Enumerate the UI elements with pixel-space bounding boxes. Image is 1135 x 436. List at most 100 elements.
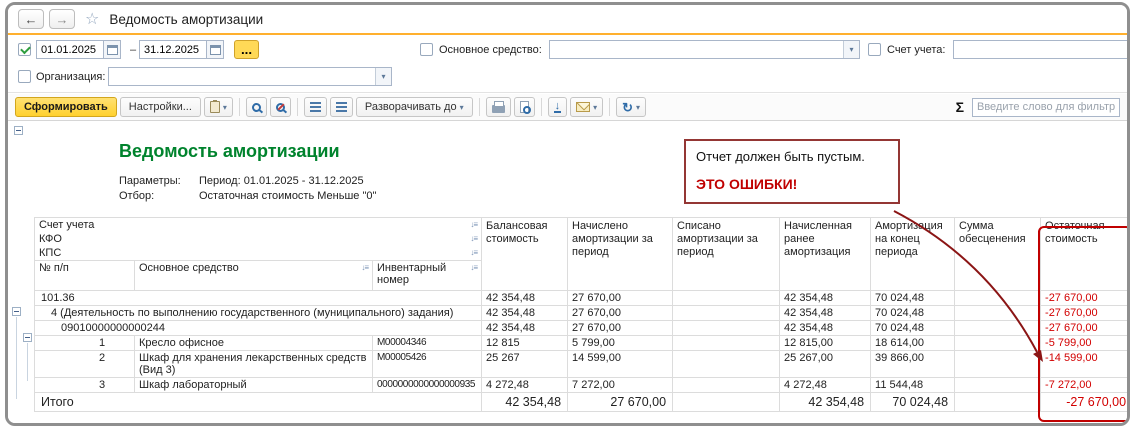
save-icon: ↓ <box>553 100 562 113</box>
calendar-icon <box>106 44 118 55</box>
cell-value: 42 354,48 <box>779 290 872 306</box>
send-email-button[interactable]: ▾ <box>570 97 604 117</box>
cell-asset-name: Шкаф для хранения лекарственных средств … <box>134 350 373 378</box>
quick-filter-input[interactable] <box>972 97 1120 117</box>
cell-value: 25 267 <box>481 350 569 378</box>
header-inventory[interactable]: ↓≡ Инвентарный номер <box>371 260 483 291</box>
cell-value <box>672 350 781 378</box>
cell-value: 42 354,48 <box>481 305 569 321</box>
total-value: 70 024,48 <box>870 392 956 412</box>
group-label-cell: 101.36 <box>33 290 483 306</box>
back-arrow-icon: ← <box>24 11 38 27</box>
account-label: Счет учета: <box>887 44 946 56</box>
cell-asset-name: Шкаф лабораторный <box>134 377 373 393</box>
header-kfo[interactable]: ↓≡ КФО <box>33 232 483 246</box>
sort-icon[interactable]: ↓≡ <box>361 262 369 273</box>
annotation-line2: ЭТО ОШИБКИ! <box>696 176 798 192</box>
header-accrued-period[interactable]: Начислено амортизации за период <box>567 217 674 291</box>
cell-value: 4 272,48 <box>481 377 569 393</box>
period-from-input[interactable] <box>37 41 103 58</box>
table-row: 4 (Деятельность по выполнению государств… <box>33 305 1127 321</box>
organization-input[interactable] <box>109 68 375 85</box>
print-preview-button[interactable] <box>513 97 535 117</box>
header-impairment[interactable]: Сумма обесценения <box>954 217 1042 291</box>
sort-icon[interactable]: ↓≡ <box>470 247 478 258</box>
cell-value: 27 670,00 <box>567 290 674 306</box>
header-row-number[interactable]: № п/п <box>34 260 135 291</box>
cell-value: 25 267,00 <box>779 350 872 378</box>
organization-checkbox[interactable] <box>18 70 31 83</box>
header-accrued-earlier[interactable]: Начисленная ранее амортизация <box>779 217 872 291</box>
expand-groups-icon <box>335 102 347 104</box>
calendar-button[interactable] <box>103 41 120 58</box>
sort-icon[interactable]: ↓≡ <box>470 233 478 244</box>
window-title: Ведомость амортизации <box>109 11 264 27</box>
tree-collapse-box[interactable] <box>12 307 21 316</box>
cell-value <box>672 320 781 336</box>
cell-inventory-number: М00004346 <box>371 335 483 351</box>
header-kps[interactable]: ↓≡ КПС <box>33 246 483 261</box>
refresh-button[interactable]: ↻ ▾ <box>616 97 647 117</box>
asset-dropdown-button[interactable]: ▾ <box>843 41 859 58</box>
generate-button[interactable]: Сформировать <box>15 97 117 117</box>
account-checkbox[interactable] <box>868 43 881 56</box>
tree-collapse-box[interactable] <box>23 333 32 342</box>
expand-to-button[interactable]: Разворачивать до ▾ <box>355 97 473 117</box>
period-checkbox[interactable] <box>18 43 31 56</box>
table-row: 101.36 42 354,48 27 670,00 42 354,48 70 024,… <box>33 290 1127 306</box>
search-button[interactable] <box>245 97 267 117</box>
cancel-search-icon <box>275 102 285 112</box>
settings-button[interactable]: Настройки... <box>119 97 201 117</box>
collapse-groups-icon <box>309 102 321 104</box>
sort-icon[interactable]: ↓≡ <box>470 262 478 273</box>
tree-collapse-box[interactable] <box>14 126 23 135</box>
params-label: Параметры: <box>119 175 181 187</box>
account-input[interactable] <box>953 40 1127 59</box>
save-button[interactable]: ↓ <box>547 97 568 117</box>
annotation-callout: Отчет должен быть пустым. ЭТО ОШИБКИ! <box>684 139 900 204</box>
period-to-field <box>139 40 224 59</box>
cell-value <box>672 335 781 351</box>
header-amort-end[interactable]: Амортизация на конец периода <box>870 217 956 291</box>
forward-button[interactable]: → <box>49 9 75 29</box>
header-account[interactable]: ↓≡ Счет учета <box>33 217 483 232</box>
filter-panel: – ... Основное средство: ▾ Счет учета: О… <box>8 35 1127 93</box>
header-writtenoff-period[interactable]: Списано амортизации за период <box>672 217 781 291</box>
asset-input[interactable] <box>550 41 843 58</box>
cell-inventory-number: М00005426 <box>371 350 483 378</box>
cell-value: 14 599,00 <box>567 350 674 378</box>
header-asset[interactable]: ↓≡ Основное средство <box>134 260 373 291</box>
cell-value <box>672 290 781 306</box>
collapse-groups-button[interactable] <box>303 97 327 117</box>
print-button[interactable] <box>485 97 511 117</box>
cell-residual-value: -27 670,00 <box>1040 290 1127 306</box>
period-options-button[interactable]: ... <box>234 40 259 59</box>
period-to-input[interactable] <box>140 41 206 58</box>
cell-value: 4 272,48 <box>779 377 872 393</box>
expand-to-label: Разворачивать до <box>364 101 457 113</box>
cell-value: 12 815,00 <box>779 335 872 351</box>
asset-checkbox[interactable] <box>420 43 433 56</box>
expand-groups-button[interactable] <box>329 97 353 117</box>
calendar-button[interactable] <box>206 41 223 58</box>
cell-value: 70 024,48 <box>870 305 956 321</box>
cell-asset-name: Кресло офисное <box>134 335 373 351</box>
sum-sigma-icon: Σ <box>955 99 964 115</box>
organization-dropdown-button[interactable]: ▾ <box>375 68 391 85</box>
cell-value: 11 544,48 <box>870 377 956 393</box>
preview-icon <box>519 101 531 114</box>
cell-residual-value: -27 670,00 <box>1040 320 1127 336</box>
cell-value: 39 866,00 <box>870 350 956 378</box>
cancel-search-button[interactable] <box>269 97 291 117</box>
back-button[interactable]: ← <box>18 9 44 29</box>
chevron-down-icon: ▾ <box>593 102 598 112</box>
header-balance[interactable]: Балансовая стоимость <box>481 217 569 291</box>
favorite-star-icon[interactable]: ☆ <box>85 9 99 29</box>
header-residual[interactable]: Остаточная стоимость <box>1040 217 1127 291</box>
forward-arrow-icon: → <box>55 11 69 27</box>
sort-icon[interactable]: ↓≡ <box>470 219 478 230</box>
total-value: 42 354,48 <box>481 392 569 412</box>
cell-value <box>672 377 781 393</box>
table-row: 1 Кресло офисное М00004346 12 815 5 799,00 12… <box>34 335 1127 351</box>
copy-settings-button[interactable]: ▾ <box>203 97 233 117</box>
